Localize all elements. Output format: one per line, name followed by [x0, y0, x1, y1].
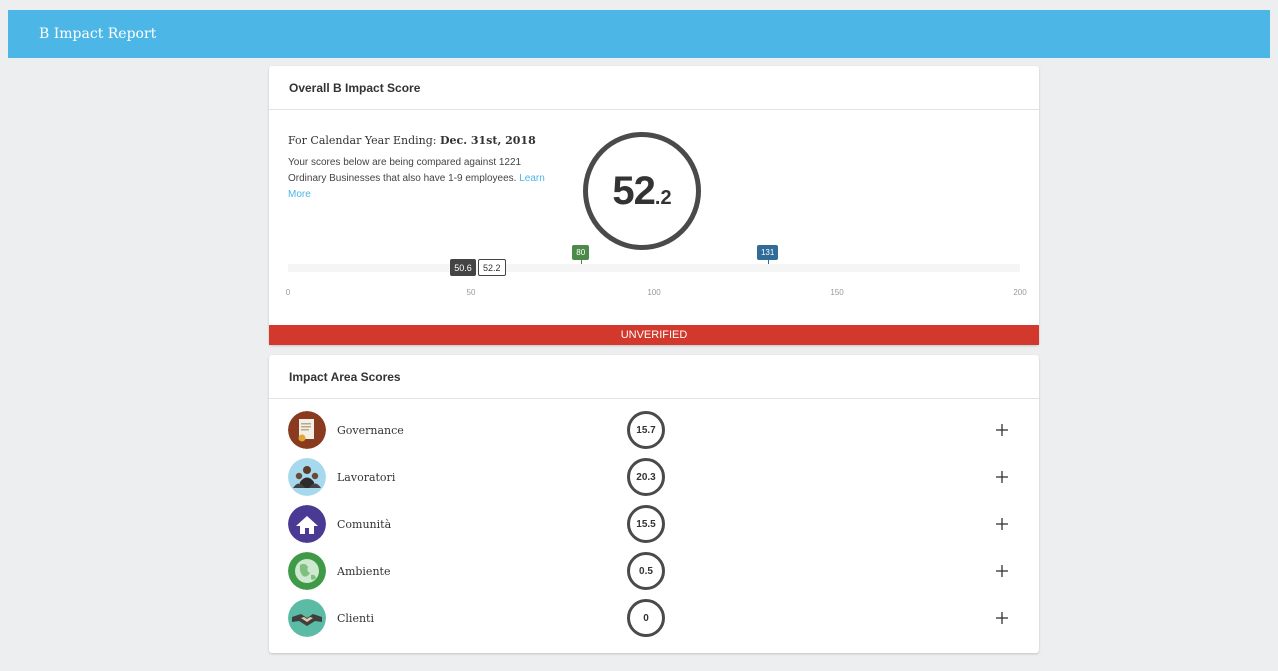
impact-area-name: Clienti	[337, 611, 374, 625]
plus-icon[interactable]	[994, 563, 1010, 579]
impact-area-card: Impact Area Scores Governance 15.7 Lavorat…	[269, 355, 1039, 653]
score-info: For Calendar Year Ending: Dec. 31st, 201…	[288, 134, 558, 203]
overall-score-card: Overall B Impact Score For Calendar Year…	[269, 66, 1039, 345]
impact-area-score-circle: 0.5	[627, 552, 665, 590]
scale-tick-label: 0	[285, 288, 291, 297]
score-decimal: .2	[654, 186, 672, 209]
plus-icon[interactable]	[994, 610, 1010, 626]
community-icon	[288, 505, 326, 543]
impact-area-name: Governance	[337, 423, 404, 437]
impact-area-row[interactable]: Clienti 0	[288, 598, 1020, 638]
verification-status: UNVERIFIED	[620, 329, 688, 341]
scale-tick-label: 100	[647, 288, 661, 297]
verification-status-bar: UNVERIFIED	[269, 325, 1039, 345]
scale-tick-label: 200	[1013, 288, 1027, 297]
scale-tick-label: 150	[830, 288, 844, 297]
impact-area-name: Ambiente	[337, 564, 391, 578]
impact-area-score-circle: 0	[627, 599, 665, 637]
impact-area-row[interactable]: Ambiente 0.5	[288, 551, 1020, 591]
year-value: Dec. 31st, 2018	[439, 134, 536, 147]
impact-area-row[interactable]: Lavoratori 20.3	[288, 457, 1020, 497]
impact-area-score-circle: 15.7	[627, 411, 665, 449]
governance-icon	[288, 411, 326, 449]
calendar-year: For Calendar Year Ending: Dec. 31st, 201…	[288, 134, 558, 147]
customers-icon	[288, 599, 326, 637]
score-scale-track	[288, 264, 1020, 272]
score-marker-dark: 50.6	[450, 259, 476, 276]
impact-area-name: Comunità	[337, 517, 392, 531]
overall-score-circle: 52 .2	[583, 132, 701, 250]
impact-area-row[interactable]: Governance 15.7	[288, 410, 1020, 450]
score-marker-green: 80	[572, 245, 590, 264]
app-title[interactable]: B Impact Report	[39, 26, 156, 42]
score-integer: 52	[612, 168, 655, 213]
year-label: For Calendar Year Ending:	[288, 134, 437, 147]
plus-icon[interactable]	[994, 422, 1010, 438]
comparison-description: Your scores below are being compared aga…	[288, 155, 558, 203]
workers-icon	[288, 458, 326, 496]
scale-tick-label: 50	[466, 288, 476, 297]
plus-icon[interactable]	[994, 516, 1010, 532]
plus-icon[interactable]	[994, 469, 1010, 485]
impact-area-header: Impact Area Scores	[269, 355, 1039, 399]
description-text: Your scores below are being compared aga…	[288, 157, 522, 184]
impact-area-row[interactable]: Comunità 15.5	[288, 504, 1020, 544]
impact-area-score-circle: 15.5	[627, 505, 665, 543]
top-bar: B Impact Report	[8, 10, 1270, 58]
score-marker-blue: 131	[756, 245, 779, 264]
environment-icon	[288, 552, 326, 590]
impact-area-name: Lavoratori	[337, 470, 396, 484]
score-marker-outline: 52.2	[478, 259, 506, 276]
impact-area-score-circle: 20.3	[627, 458, 665, 496]
overall-score-header: Overall B Impact Score	[269, 66, 1039, 110]
